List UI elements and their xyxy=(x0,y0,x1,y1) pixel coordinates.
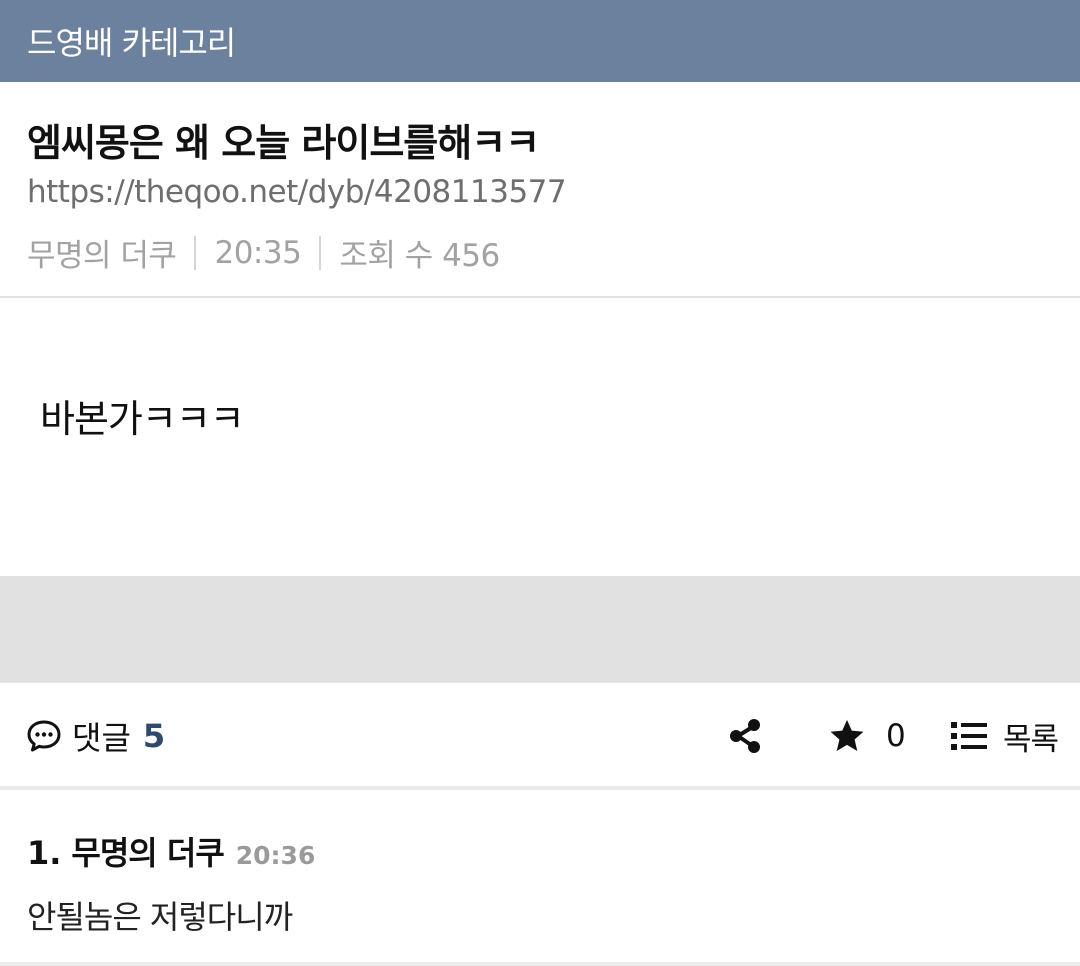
bookmark-star-button[interactable]: 0 xyxy=(828,714,906,758)
list-label: 목록 xyxy=(1003,721,1059,758)
comments-button[interactable]: 댓글 5 xyxy=(26,716,166,757)
comment-text: 안될놈은 저렇다니까 xyxy=(27,898,293,936)
share-icon xyxy=(730,719,760,753)
post-views: 조회 수 456 xyxy=(339,238,500,274)
post-header: 엠씨몽은 왜 오늘 라이브를해ㅋㅋ https://theqoo.net/dyb… xyxy=(0,82,1080,298)
ad-placeholder-band xyxy=(0,576,1080,682)
meta-divider xyxy=(319,235,322,270)
comments-label: 댓글 xyxy=(72,719,131,757)
comment-time: 20:36 xyxy=(235,841,316,870)
comment-header: 1. 무명의 더쿠 20:36 xyxy=(27,828,315,874)
post-content: 바본가ㅋㅋㅋ xyxy=(0,298,1080,576)
post-body-text: 바본가ㅋㅋㅋ xyxy=(40,397,245,441)
star-icon xyxy=(830,719,864,752)
list-icon xyxy=(951,722,987,750)
list-button[interactable]: 목록 xyxy=(951,714,1059,758)
category-header: 드영배 카테고리 xyxy=(0,0,1080,82)
post-url[interactable]: https://theqoo.net/dyb/4208113577 xyxy=(27,174,567,210)
post-title: 엠씨몽은 왜 오늘 라이브를해ㅋㅋ xyxy=(27,121,540,165)
post-meta: 무명의 더쿠 20:35 조회 수 456 xyxy=(27,230,500,275)
meta-divider xyxy=(194,235,197,270)
star-count: 0 xyxy=(886,718,906,754)
post-time: 20:35 xyxy=(214,234,302,271)
comment-bubble-icon xyxy=(27,720,61,752)
post-author: 무명의 더쿠 xyxy=(27,238,177,274)
category-title[interactable]: 드영배 카테고리 xyxy=(27,18,236,64)
comment-divider xyxy=(0,962,1080,966)
comments-count: 5 xyxy=(142,717,166,755)
comment-number: 1. xyxy=(27,834,62,872)
share-button[interactable] xyxy=(726,716,766,756)
post-action-bar: 댓글 5 0 목록 xyxy=(0,682,1080,790)
comment-item: 1. 무명의 더쿠 20:36 안될놈은 저렇다니까 xyxy=(0,790,1080,966)
comment-author: 무명의 더쿠 xyxy=(71,834,224,872)
